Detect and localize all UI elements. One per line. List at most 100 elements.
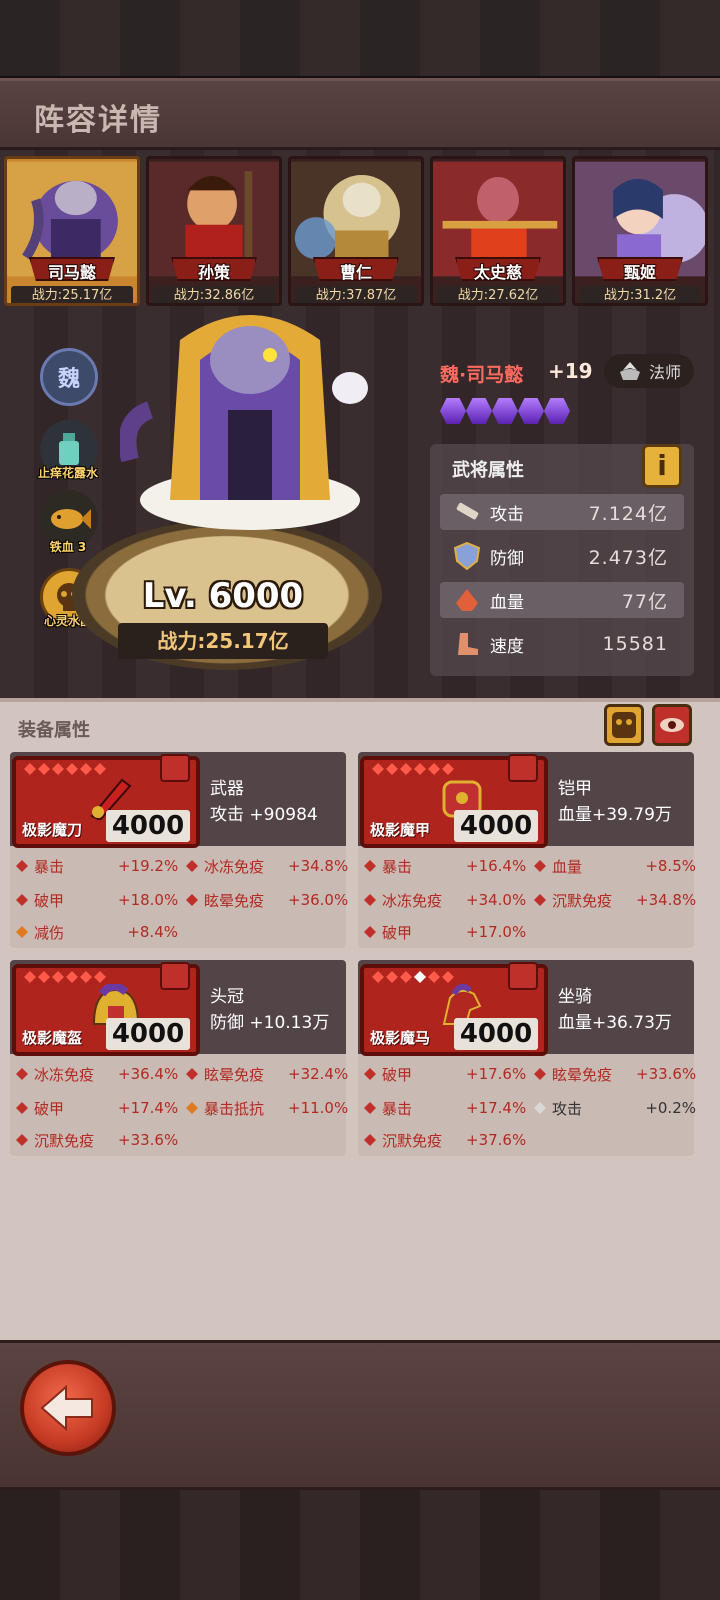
attribute-title: 武将属性 — [452, 460, 524, 481]
star-icon — [544, 398, 570, 424]
rank-pips — [372, 763, 454, 775]
equipment-level: 4000 — [454, 1018, 538, 1050]
equipment-title: 装备属性 — [18, 720, 90, 741]
hero-name: 司马懿 — [47, 263, 96, 282]
hero-figure — [120, 315, 368, 530]
eye-icon — [660, 718, 684, 732]
bottle-icon — [59, 433, 79, 465]
equipment-level: 4000 — [454, 810, 538, 842]
sub-stat: 冰冻免疫 +36.4% — [16, 1060, 178, 1088]
title-bar: 阵容详情 — [0, 78, 720, 150]
sub-stat: 眩晕免疫 +36.0% — [186, 886, 348, 914]
equipment-card-weapon[interactable]: 极影魔刀 4000 武器 攻击 +90984 暴击 +19.2% 冰冻免疫 +34.… — [10, 752, 348, 948]
sub-stat: 眩晕免疫 +33.6% — [534, 1060, 696, 1088]
back-button[interactable] — [20, 1360, 116, 1456]
equipment-main-stat: 血量+36.73万 — [558, 1013, 672, 1033]
rank-pips — [24, 763, 106, 775]
sub-stat: 攻击 +0.2% — [534, 1094, 696, 1122]
class-badge: 法师 — [604, 354, 694, 388]
sub-stat: 眩晕免疫 +32.4% — [186, 1060, 348, 1088]
bottom-decor-strip — [0, 1490, 720, 1600]
equipment-image: 极影魔马 4000 — [360, 962, 548, 1056]
equipment-type: 武器 — [210, 779, 244, 799]
rank-pips — [24, 971, 106, 983]
info-button[interactable]: i — [642, 444, 682, 488]
boot-icon — [458, 633, 478, 655]
sword-icon — [456, 502, 479, 520]
equipment-tag-icon — [508, 962, 538, 990]
hero-card-taishici[interactable]: 太史慈 战力:27.62亿 — [430, 156, 566, 306]
top-decor-strip — [0, 0, 720, 78]
eye-button[interactable] — [652, 704, 692, 746]
attr-row-hp: 血量 77亿 — [440, 582, 684, 618]
equipment-card-armor[interactable]: 极影魔甲 4000 铠甲 血量+39.79万 暴击 +16.4% 血量 +8.5% … — [358, 752, 696, 948]
fish-icon — [51, 509, 91, 529]
attr-row-speed: 速度 15581 — [440, 626, 684, 662]
equipment-tag-icon — [160, 754, 190, 782]
sub-stat: 暴击 +17.4% — [364, 1094, 526, 1122]
sub-stat: 沉默免疫 +37.6% — [364, 1126, 526, 1154]
selected-hero-name: 魏·司马懿 — [440, 364, 524, 386]
equipment-image: 极影魔甲 4000 — [360, 754, 548, 848]
sub-stat: 冰冻免疫 +34.8% — [186, 852, 348, 880]
star-icon — [466, 398, 492, 424]
hero-name: 甄姬 — [623, 263, 656, 282]
hero-name: 曹仁 — [339, 263, 372, 282]
sub-stat: 减伤 +8.4% — [16, 918, 178, 946]
equipment-level: 4000 — [106, 810, 190, 842]
attribute-panel: 武将属性 i 攻击 7.124亿 防御 2.473亿 血量 77亿 速度 155… — [430, 444, 694, 676]
sub-stat: 破甲 +17.4% — [16, 1094, 178, 1122]
equipment-level: 4000 — [106, 1018, 190, 1050]
mage-icon — [619, 362, 640, 380]
hero-name: 太史慈 — [473, 263, 522, 282]
star-rank — [440, 398, 570, 424]
attr-row-attack: 攻击 7.124亿 — [440, 494, 684, 530]
shield-icon — [453, 541, 481, 571]
hero-level: Lv. 6000 — [142, 576, 304, 616]
sub-stat: 暴击 +16.4% — [364, 852, 526, 880]
crystal-hp-icon — [456, 589, 478, 611]
mask-icon — [612, 712, 636, 738]
sub-stat: 破甲 +17.0% — [364, 918, 526, 946]
hero-card-sunce[interactable]: 孙策 战力:32.86亿 — [146, 156, 282, 306]
equipment-card-helmet[interactable]: 极影魔盔 4000 头冠 防御 +10.13万 冰冻免疫 +36.4% 眩晕免疫 +… — [10, 960, 348, 1156]
sub-stat: 冰冻免疫 +34.0% — [364, 886, 526, 914]
sub-stat: 沉默免疫 +33.6% — [16, 1126, 178, 1154]
back-arrow-icon — [40, 1384, 93, 1432]
sub-stat: 破甲 +18.0% — [16, 886, 178, 914]
equipment-type: 头冠 — [210, 987, 244, 1007]
equipment-tag-icon — [508, 754, 538, 782]
equipment-tag-icon — [160, 962, 190, 990]
hero-card-zhenji[interactable]: 甄姬 战力:31.2亿 — [572, 156, 708, 306]
star-icon — [518, 398, 544, 424]
equipment-main-stat: 血量+39.79万 — [558, 805, 672, 825]
hero-main-power: 战力:25.17亿 — [118, 623, 328, 659]
star-icon — [492, 398, 518, 424]
equipment-image: 极影魔盔 4000 — [12, 962, 200, 1056]
sub-stat: 沉默免疫 +34.8% — [534, 886, 696, 914]
equipment-card-mount[interactable]: 极影魔马 4000 坐骑 血量+36.73万 破甲 +17.6% 眩晕免疫 +33.… — [358, 960, 696, 1156]
mask-button[interactable] — [604, 704, 644, 746]
rank-pips — [372, 971, 454, 983]
hero-card-simayi[interactable]: 司马懿 战力:25.17亿 — [4, 156, 140, 306]
sub-stat: 暴击抵抗 +11.0% — [186, 1094, 348, 1122]
sub-stat: 血量 +8.5% — [534, 852, 696, 880]
hero-card-caoren[interactable]: 曹仁 战力:37.87亿 — [288, 156, 424, 306]
perfume-label: 止痒花露水 — [37, 466, 98, 480]
hero-power: 战力:25.17亿 — [11, 286, 133, 303]
sub-stat: 暴击 +19.2% — [16, 852, 178, 880]
equipment-image: 极影魔刀 4000 — [12, 754, 200, 848]
faction-icon[interactable]: 魏 — [40, 348, 98, 406]
sub-stat: 破甲 +17.6% — [364, 1060, 526, 1088]
equipment-type: 铠甲 — [558, 779, 592, 799]
page-title: 阵容详情 — [34, 103, 162, 138]
hero-plus-level: +19 — [548, 359, 593, 383]
hero-name: 孙策 — [197, 263, 230, 282]
equipment-main-stat: 防御 +10.13万 — [210, 1013, 330, 1033]
star-icon — [440, 398, 466, 424]
attr-row-defense: 防御 2.473亿 — [440, 538, 684, 574]
equipment-type: 坐骑 — [558, 987, 592, 1007]
equipment-main-stat: 攻击 +90984 — [210, 805, 318, 825]
hero-power: 战力:27.62亿 — [437, 286, 559, 303]
hero-power: 战力:31.2亿 — [579, 286, 701, 303]
